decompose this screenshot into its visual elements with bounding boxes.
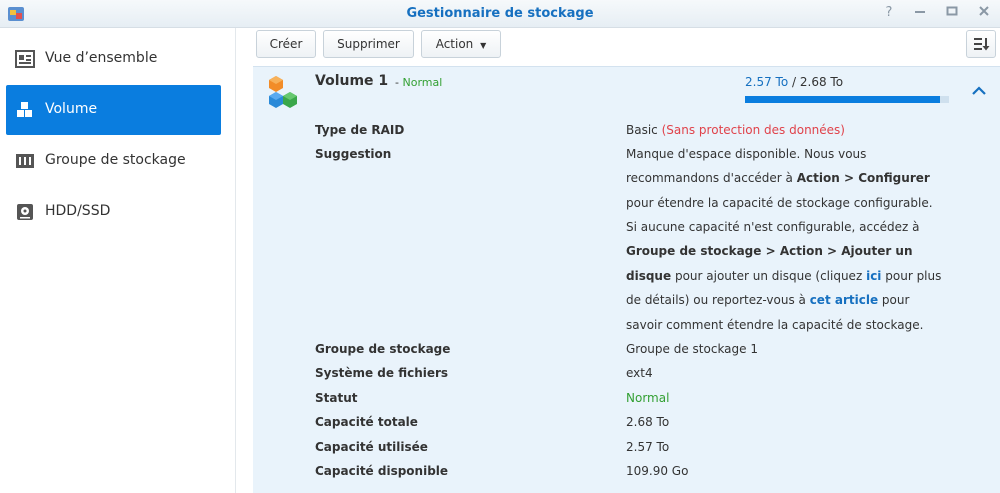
file-system-value: ext4: [626, 366, 653, 380]
suggestion-line: Si aucune capacité n'est configurable, a…: [626, 220, 920, 234]
suggestion-path: Groupe de stockage > Action > Ajouter un: [626, 244, 913, 258]
close-icon[interactable]: [976, 5, 992, 21]
title-bar: Gestionnaire de stockage ?: [0, 0, 1000, 28]
suggestion-text: pour: [881, 293, 910, 307]
used-capacity-value: 2.57 To: [626, 440, 670, 454]
help-icon[interactable]: ?: [881, 5, 897, 21]
suggestion-text: recommandons d'accéder à: [626, 171, 793, 185]
status-value: Normal: [626, 391, 670, 405]
suggestion-line: pour étendre la capacité de stockage con…: [626, 196, 933, 210]
sidebar-item-volume[interactable]: Volume: [6, 85, 221, 135]
suggestion-line: Manque d'espace disponible. Nous vous: [626, 147, 867, 161]
usage-bar: [745, 96, 949, 103]
suggestion-path: Action > Configurer: [796, 171, 930, 185]
suggestion-text: pour plus: [885, 269, 942, 283]
suggestion-label: Suggestion: [315, 147, 392, 161]
volume-name: Volume 1: [315, 73, 389, 89]
suggestion-text: de détails) ou reportez-vous à: [626, 293, 806, 307]
sidebar-item-storage-pool[interactable]: Groupe de stockage: [6, 136, 221, 186]
total-capacity-label: Capacité totale: [315, 415, 418, 429]
suggestion-line: de détails) ou reportez-vous à cet artic…: [626, 293, 909, 307]
storage-pool-icon: [16, 154, 34, 168]
sidebar-item-hdd-ssd[interactable]: HDD/SSD: [6, 187, 221, 237]
window-title: Gestionnaire de stockage: [406, 6, 594, 21]
sidebar-item-label: Vue d’ensemble: [45, 50, 158, 66]
total-capacity: 2.68 To: [799, 75, 844, 89]
volume-status: - Normal: [395, 76, 442, 89]
capacity-summary: 2.57 To / 2.68 To: [745, 75, 843, 89]
sidebar-item-label: HDD/SSD: [45, 203, 111, 219]
status-separator: -: [395, 76, 399, 89]
suggestion-line: disque pour ajouter un disque (cliquez i…: [626, 269, 941, 283]
suggestion-line: recommandons d'accéder à Action > Config…: [626, 171, 930, 185]
maximize-icon[interactable]: [944, 5, 960, 21]
suggestion-path: disque: [626, 269, 672, 283]
suggestion-text: pour ajouter un disque (cliquez: [674, 269, 863, 283]
sidebar: Vue d’ensemble Volume Groupe de stockage…: [0, 28, 236, 493]
hard-disk-icon: [17, 204, 33, 220]
action-button-label: Action: [435, 37, 474, 51]
action-dropdown-button[interactable]: Action ▼: [421, 30, 501, 58]
article-link[interactable]: cet article: [810, 293, 878, 307]
used-capacity: 2.57 To: [745, 75, 789, 89]
chevron-up-icon[interactable]: [970, 84, 988, 98]
raid-value-text: Basic: [626, 123, 658, 137]
details-link[interactable]: ici: [866, 269, 881, 283]
suggestion-line: savoir comment étendre la capacité de st…: [626, 318, 924, 332]
used-capacity-label: Capacité utilisée: [315, 440, 428, 454]
raid-type-value: Basic (Sans protection des données): [626, 123, 845, 137]
raid-warning: (Sans protection des données): [661, 123, 845, 137]
suggestion-line: Groupe de stockage > Action > Ajouter un: [626, 244, 913, 258]
sort-icon: [974, 38, 990, 51]
usage-bar-fill: [745, 96, 941, 103]
file-system-label: Système de fichiers: [315, 366, 449, 380]
sort-button[interactable]: [966, 30, 996, 58]
create-button[interactable]: Créer: [256, 30, 316, 58]
sidebar-item-label: Groupe de stockage: [45, 152, 186, 168]
delete-button[interactable]: Supprimer: [323, 30, 414, 58]
caret-down-icon: ▼: [480, 41, 487, 50]
overview-icon: [15, 50, 35, 68]
storage-pool-label: Groupe de stockage: [315, 342, 451, 356]
storage-pool-value: Groupe de stockage 1: [626, 342, 758, 356]
capacity-separator: /: [792, 75, 797, 89]
status-text: Normal: [402, 76, 443, 89]
free-capacity-value: 109.90 Go: [626, 464, 689, 478]
volume-cubes-icon: [17, 102, 32, 117]
minimize-icon[interactable]: [912, 5, 928, 21]
raid-type-label: Type de RAID: [315, 123, 405, 137]
status-label: Statut: [315, 391, 358, 405]
sidebar-item-label: Volume: [45, 101, 98, 117]
sidebar-item-overview[interactable]: Vue d’ensemble: [6, 34, 221, 84]
total-capacity-value: 2.68 To: [626, 415, 670, 429]
volume-cubes-icon: [269, 76, 297, 108]
free-capacity-label: Capacité disponible: [315, 464, 449, 478]
